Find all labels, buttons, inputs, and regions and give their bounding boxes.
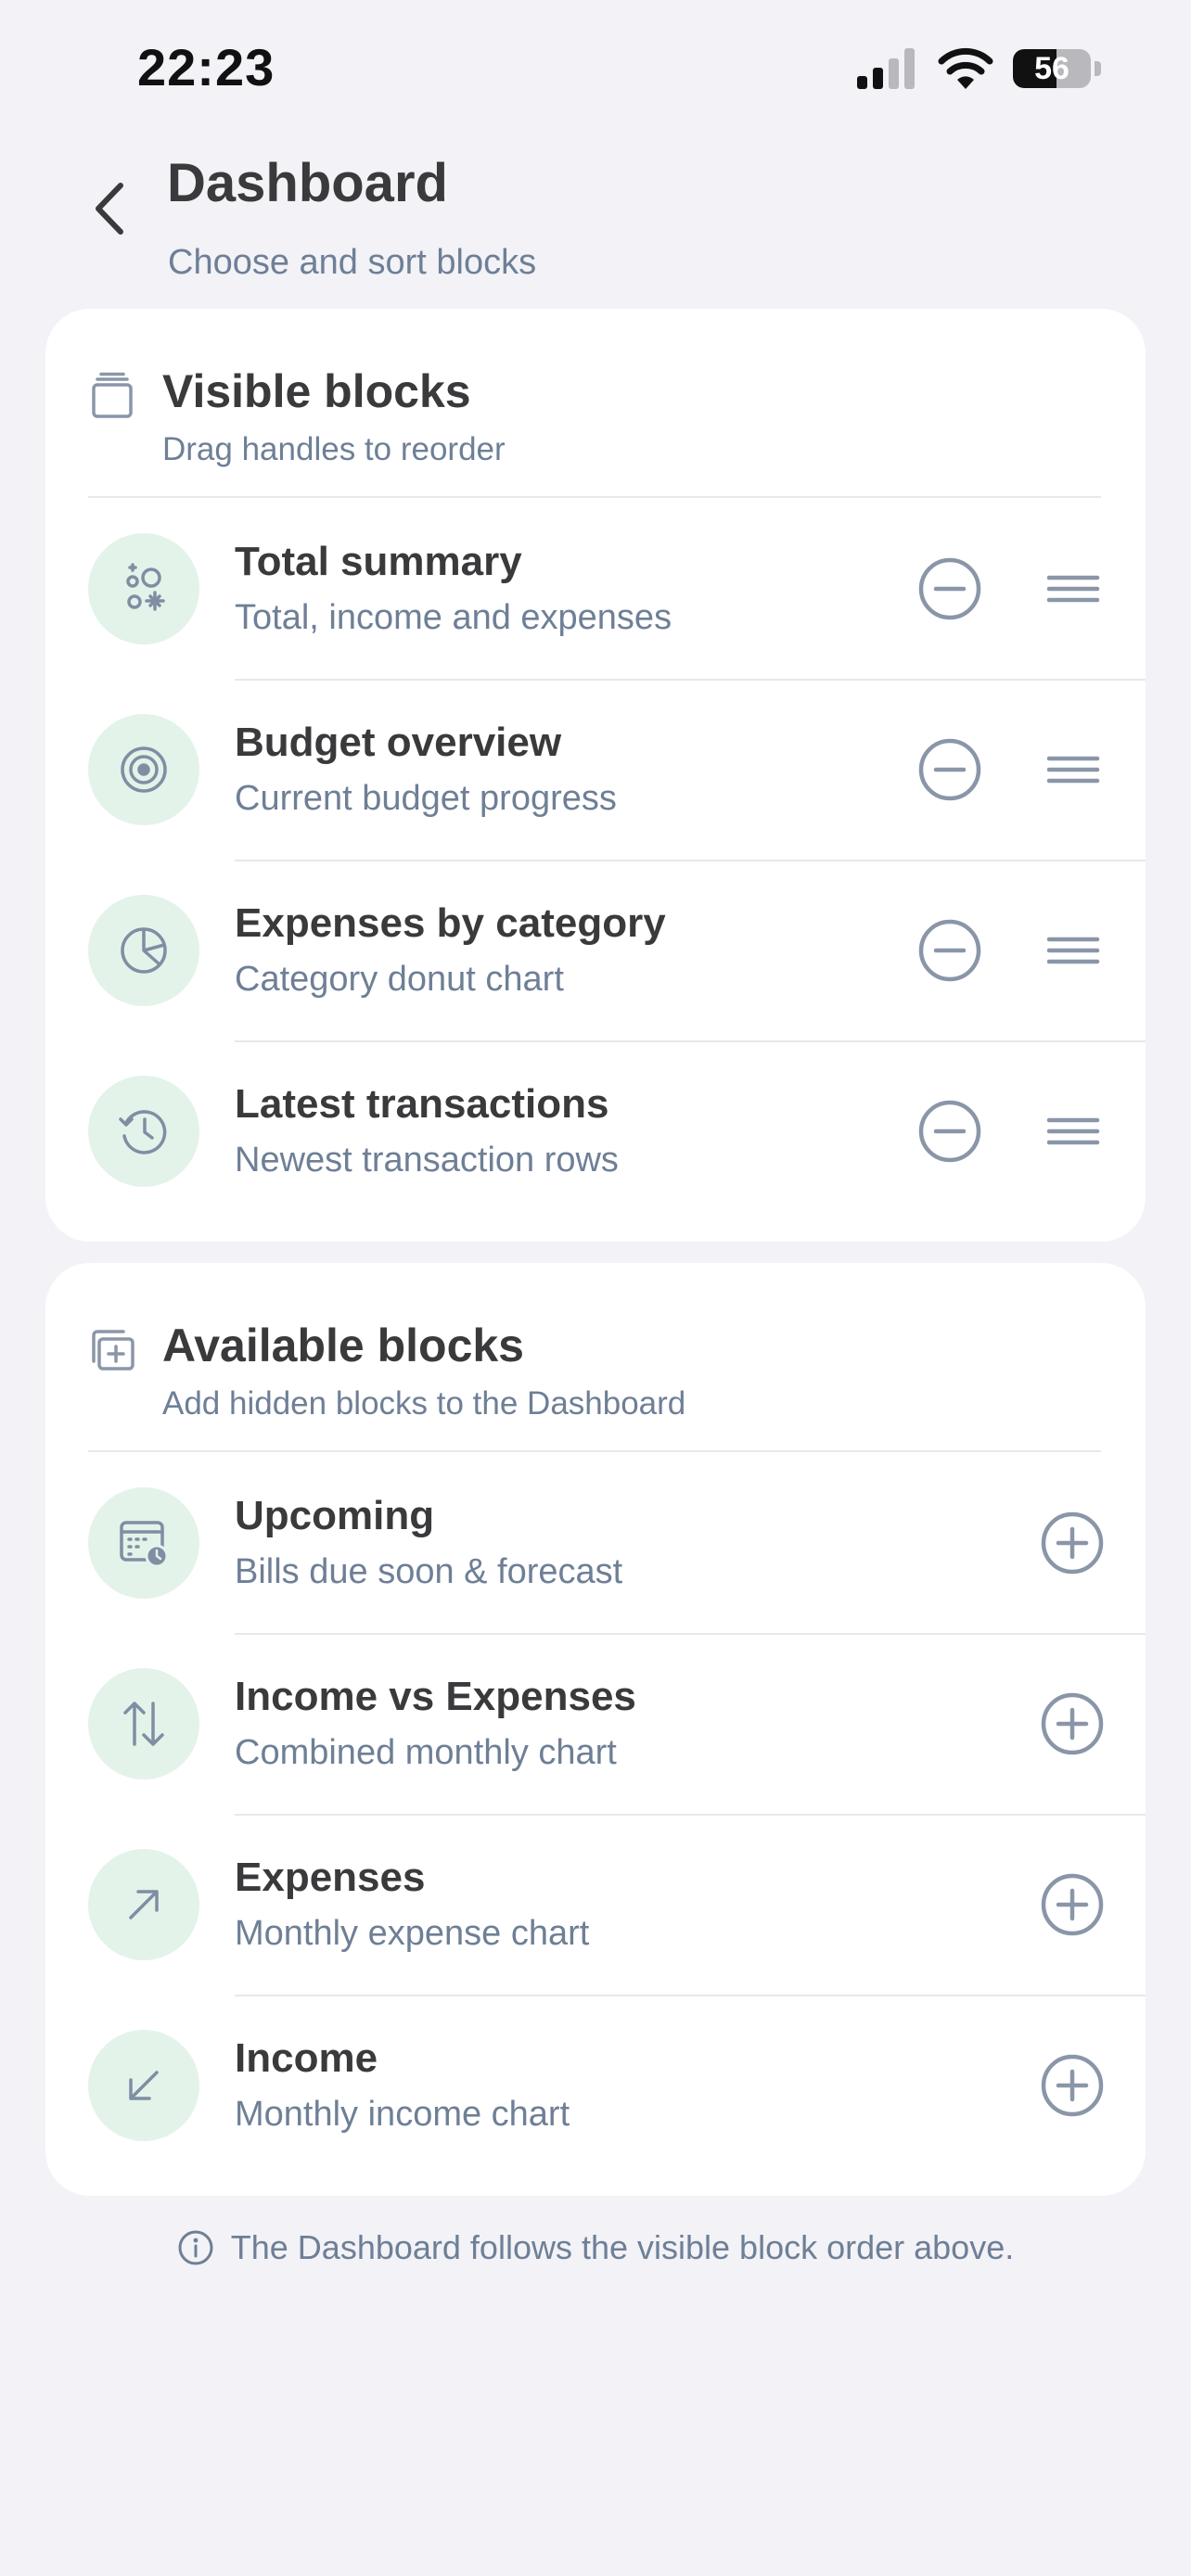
drag-handle-icon	[1046, 756, 1100, 783]
row-separator	[235, 679, 1146, 681]
target-icon	[88, 713, 199, 825]
page-subtitle: Choose and sort blocks	[168, 243, 537, 282]
plus-circle-icon	[1041, 1873, 1104, 1935]
drag-handle[interactable]	[1045, 927, 1101, 974]
available-block-row-income-vs-expenses: Income vs Expenses Combined monthly char…	[45, 1633, 1146, 1814]
drag-handle[interactable]	[1045, 566, 1101, 612]
calendar-clock-icon	[88, 1486, 199, 1599]
plus-circle-icon	[1041, 2054, 1104, 2116]
history-icon	[88, 1075, 199, 1187]
block-title: Budget overview	[235, 720, 562, 765]
add-block-button[interactable]	[1040, 2053, 1105, 2118]
block-description: Current budget progress	[235, 779, 617, 818]
info-icon	[178, 2230, 213, 2265]
available-blocks-header: Available blocks Add hidden blocks to th…	[45, 1263, 1146, 1452]
minus-circle-icon	[918, 919, 981, 981]
row-separator	[235, 1814, 1146, 1816]
visible-block-row-latest-transactions: Latest transactions Newest transaction r…	[45, 1040, 1146, 1221]
arrow-up-right-icon	[88, 1848, 199, 1960]
remove-block-button[interactable]	[917, 1099, 982, 1164]
minus-circle-icon	[918, 738, 981, 800]
block-description: Bills due soon & forecast	[235, 1552, 623, 1591]
block-description: Monthly income chart	[235, 2095, 570, 2134]
block-title: Total summary	[235, 539, 522, 584]
minus-circle-icon	[918, 557, 981, 619]
block-title: Upcoming	[235, 1493, 435, 1538]
available-blocks-card: Available blocks Add hidden blocks to th…	[45, 1263, 1146, 2196]
block-description: Monthly expense chart	[235, 1914, 590, 1953]
chevron-left-icon	[96, 183, 123, 235]
drag-handle[interactable]	[1045, 1108, 1101, 1154]
page-title: Dashboard	[167, 153, 448, 213]
plus-circle-icon	[1041, 1511, 1104, 1574]
available-block-row-upcoming: Upcoming Bills due soon & forecast	[45, 1452, 1146, 1633]
footer-note-text: The Dashboard follows the visible block …	[230, 2228, 1015, 2266]
visible-blocks-card: Visible blocks Drag handles to reorder T…	[45, 309, 1146, 1242]
available-block-row-expenses: Expenses Monthly expense chart	[45, 1814, 1146, 1995]
row-separator	[235, 860, 1146, 861]
remove-block-button[interactable]	[917, 737, 982, 802]
battery-indicator: 56	[1013, 49, 1091, 88]
back-button[interactable]	[82, 176, 137, 241]
stack-icon	[92, 372, 133, 418]
block-title: Income	[235, 2035, 378, 2081]
sparkles-icon	[88, 532, 199, 644]
visible-blocks-subtitle: Drag handles to reorder	[162, 431, 506, 467]
block-description: Category donut chart	[235, 960, 564, 999]
visible-block-row-expenses-by-category: Expenses by category Category donut char…	[45, 860, 1146, 1040]
status-time: 22:23	[137, 38, 275, 96]
minus-circle-icon	[918, 1100, 981, 1162]
row-separator	[235, 1040, 1146, 1042]
add-block-button[interactable]	[1040, 1511, 1105, 1575]
arrows-up-down-icon	[88, 1667, 199, 1779]
block-title: Expenses by category	[235, 900, 666, 946]
footer-note: The Dashboard follows the visible block …	[0, 2222, 1191, 2274]
drag-handle-icon	[1046, 937, 1100, 963]
block-description: Newest transaction rows	[235, 1141, 619, 1180]
drag-handle-icon	[1046, 1117, 1100, 1144]
remove-block-button[interactable]	[917, 556, 982, 621]
block-title: Income vs Expenses	[235, 1674, 636, 1719]
visible-block-row-total-summary: Total summary Total, income and expenses	[45, 498, 1146, 679]
block-description: Combined monthly chart	[235, 1733, 617, 1772]
add-block-button[interactable]	[1040, 1872, 1105, 1937]
available-block-row-income: Income Monthly income chart	[45, 1995, 1146, 2175]
visible-block-row-budget-overview: Budget overview Current budget progress	[45, 679, 1146, 860]
wifi-icon	[938, 47, 993, 89]
pie-chart-icon	[88, 894, 199, 1006]
row-separator	[235, 1995, 1146, 1996]
plus-circle-icon	[1041, 1692, 1104, 1754]
arrow-down-left-icon	[88, 2029, 199, 2141]
block-title: Latest transactions	[235, 1081, 609, 1127]
remove-block-button[interactable]	[917, 918, 982, 983]
block-title: Expenses	[235, 1855, 426, 1900]
block-description: Total, income and expenses	[235, 598, 672, 637]
status-bar: 22:23 56	[0, 0, 1191, 139]
drag-handle[interactable]	[1045, 746, 1101, 793]
available-blocks-title: Available blocks	[162, 1320, 524, 1371]
add-stack-icon	[92, 1330, 134, 1371]
add-block-button[interactable]	[1040, 1691, 1105, 1756]
cellular-signal-icon	[857, 48, 915, 89]
visible-blocks-title: Visible blocks	[162, 365, 471, 417]
visible-blocks-header: Visible blocks Drag handles to reorder	[45, 309, 1146, 498]
available-blocks-subtitle: Add hidden blocks to the Dashboard	[162, 1385, 686, 1422]
drag-handle-icon	[1046, 575, 1100, 602]
battery-level: 56	[1034, 51, 1069, 86]
battery-tip	[1095, 61, 1101, 76]
row-separator	[235, 1633, 1146, 1635]
